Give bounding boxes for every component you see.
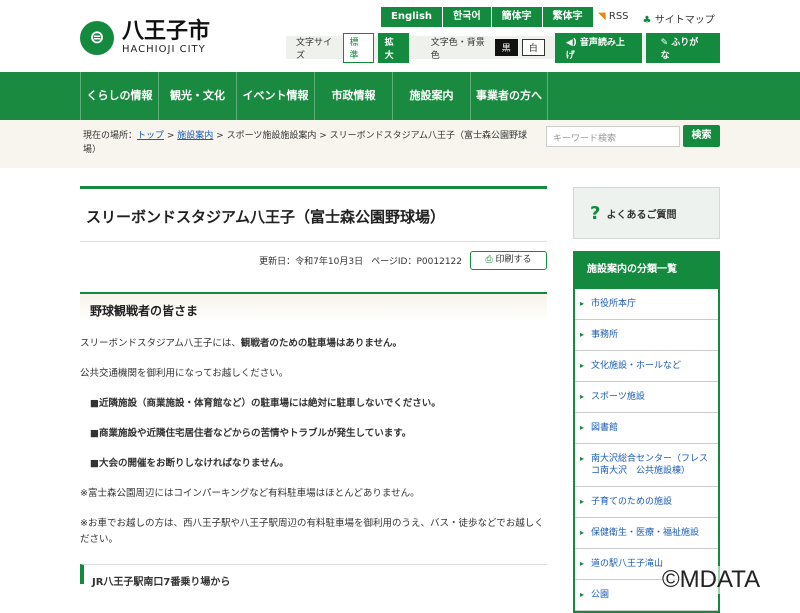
updated-date: 更新日：令和7年10月3日	[259, 257, 364, 267]
nav-events[interactable]: イベント情報	[236, 72, 314, 120]
furigana-button[interactable]: ✎ ふりがな	[645, 32, 720, 63]
warning-item: ■商業施設や近隣住宅居住者などからの苦情やトラブルが発生しています。	[90, 428, 412, 439]
speaker-icon: ◀)	[565, 37, 577, 48]
nav-business[interactable]: 事業者の方へ	[470, 72, 548, 120]
watermark: ©MDATA	[662, 566, 761, 594]
nav-facilities[interactable]: 施設案内	[392, 72, 470, 120]
rss-icon: ◥	[598, 11, 606, 22]
category-list: 施設案内の分類一覧 市役所本庁 事務所 文化施設・ホールなど スポーツ施設 図書…	[573, 251, 720, 613]
sidebar: ?よくあるご質問 施設案内の分類一覧 市役所本庁 事務所 文化施設・ホールなど …	[573, 187, 720, 613]
city-emblem-icon: ⊜	[80, 20, 114, 55]
lang-traditional-chinese[interactable]: 繁体字	[542, 7, 594, 27]
category-item[interactable]: 保健衛生・医療・福祉施設	[575, 518, 718, 549]
accessibility-toolbar: 文字サイズ 標準 拡大 文字色・背景色 黒 白 ◀) 音声読み上げ ✎ ふりがな	[286, 32, 720, 63]
category-item[interactable]: 市役所本庁	[575, 289, 718, 320]
main-content: スリーボンドスタジアム八王子（富士森公園野球場） 更新日：令和7年10月3日 ペ…	[80, 186, 547, 588]
category-item[interactable]: 南大沢総合センター（フレスコ南大沢 公共施設棟）	[575, 444, 718, 487]
breadcrumb-top[interactable]: トップ	[137, 131, 164, 141]
search-input[interactable]: キーワード検索	[546, 126, 680, 147]
category-item[interactable]: 子育てのための施設	[575, 487, 718, 518]
note: ※富士森公園周辺にはコインパーキングなど有料駐車場はほとんどありません。	[80, 488, 420, 499]
font-large-button[interactable]: 拡大	[377, 32, 409, 63]
pencil-icon: ✎	[660, 37, 669, 48]
faq-link[interactable]: ? よくあるご質問	[573, 187, 720, 239]
printer-icon: ⎙	[485, 255, 493, 265]
nav-city-admin[interactable]: 市政情報	[314, 72, 392, 120]
category-item[interactable]: 図書館	[575, 413, 718, 444]
lang-simplified-chinese[interactable]: 簡体字	[491, 7, 543, 27]
rss-link[interactable]: ◥ RSS	[598, 11, 629, 26]
category-title: 施設案内の分類一覧	[575, 251, 718, 289]
warning-item: ■近隣施設（商業施設・体育館など）の駐車場には絶対に駐車しないでください。	[90, 398, 441, 409]
header: ⊜ 八王子市 HACHIOJI CITY English 한국어 簡体字 繁体字 …	[0, 0, 800, 72]
logo[interactable]: ⊜ 八王子市 HACHIOJI CITY	[80, 20, 210, 55]
color-white-button[interactable]: 白	[521, 39, 545, 56]
print-button[interactable]: ⎙ 印刷する	[470, 251, 547, 270]
nav-living[interactable]: くらしの情報	[80, 72, 158, 120]
breadcrumb-facility[interactable]: 施設案内	[177, 131, 213, 141]
read-aloud-button[interactable]: ◀) 音声読み上げ	[554, 32, 642, 63]
paragraph: 公共交通機関を御利用になってお越しください。	[80, 368, 289, 379]
lang-korean[interactable]: 한국어	[443, 7, 492, 27]
category-item[interactable]: 文化施設・ホールなど	[575, 351, 718, 382]
sitemap-link[interactable]: ♣ サイトマップ	[643, 11, 715, 26]
note: ※お車でお越しの方は、西八王子駅や八王子駅周辺の有料駐車場を御利用のうえ、バス・…	[80, 518, 544, 545]
font-standard-button[interactable]: 標準	[342, 32, 374, 63]
sitemap-icon: ♣	[642, 15, 652, 26]
subsection-heading: JR八王子駅南口7番乗り場から	[80, 564, 547, 588]
page-title: スリーボンドスタジアム八王子（富士森公園野球場）	[80, 186, 547, 242]
paragraph: スリーボンドスタジアム八王子には、観戦者のための駐車場はありません。	[80, 338, 403, 349]
category-item[interactable]: スポーツ施設	[575, 382, 718, 413]
breadcrumb: 現在の場所：トップ > 施設案内 > スポーツ施設施設案内 > スリーボンドスタ…	[0, 120, 800, 168]
warning-item: ■大会の開催をお断りしなければなりません。	[90, 458, 289, 469]
color-black-button[interactable]: 黒	[494, 39, 518, 56]
lang-english[interactable]: English	[381, 7, 444, 27]
language-switcher: English 한국어 簡体字 繁体字	[381, 7, 594, 27]
nav-tourism[interactable]: 観光・文化	[158, 72, 236, 120]
global-nav: くらしの情報 観光・文化 イベント情報 市政情報 施設案内 事業者の方へ	[0, 72, 800, 120]
section-heading: 野球観戦者の皆さま	[80, 292, 547, 322]
question-icon: ?	[590, 202, 601, 224]
page-id: ページID：P0012122	[371, 257, 462, 267]
search-button[interactable]: 検索	[683, 125, 720, 147]
category-item[interactable]: 事務所	[575, 320, 718, 351]
